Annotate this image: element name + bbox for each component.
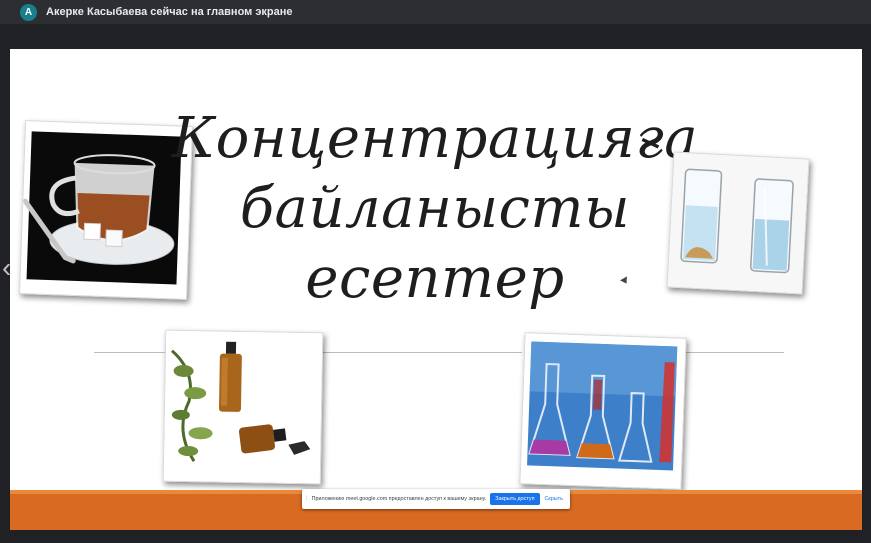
herb-bottles-image	[162, 329, 324, 485]
presenting-message: Акерке Касыбаева сейчас на главном экран…	[46, 6, 293, 18]
shared-slide: Концентрацияға байланысты есептер	[10, 49, 862, 530]
hide-notification-link[interactable]: Скрыть	[545, 496, 563, 502]
test-tubes-image	[666, 151, 810, 295]
drag-handle-icon[interactable]: ⁞	[306, 496, 308, 502]
slide-title-line-2: байланысты	[239, 176, 631, 241]
lab-flasks-image	[519, 332, 687, 490]
screen-share-notification: ⁞ Приложению meet.google.com предоставле…	[302, 489, 570, 509]
divider-right	[686, 352, 784, 353]
presenting-banner: A Акерке Касыбаева сейчас на главном экр…	[0, 0, 871, 24]
slide-title-line-1: Концентрацияға	[171, 106, 699, 171]
stop-sharing-button[interactable]: Закрыть доступ	[490, 493, 540, 505]
presenter-avatar: A	[20, 3, 37, 21]
divider-middle	[322, 352, 522, 353]
notification-message: Приложению meet.google.com предоставлен …	[311, 496, 487, 502]
chevron-left-icon[interactable]: ‹	[2, 254, 11, 282]
divider-left	[94, 352, 166, 353]
